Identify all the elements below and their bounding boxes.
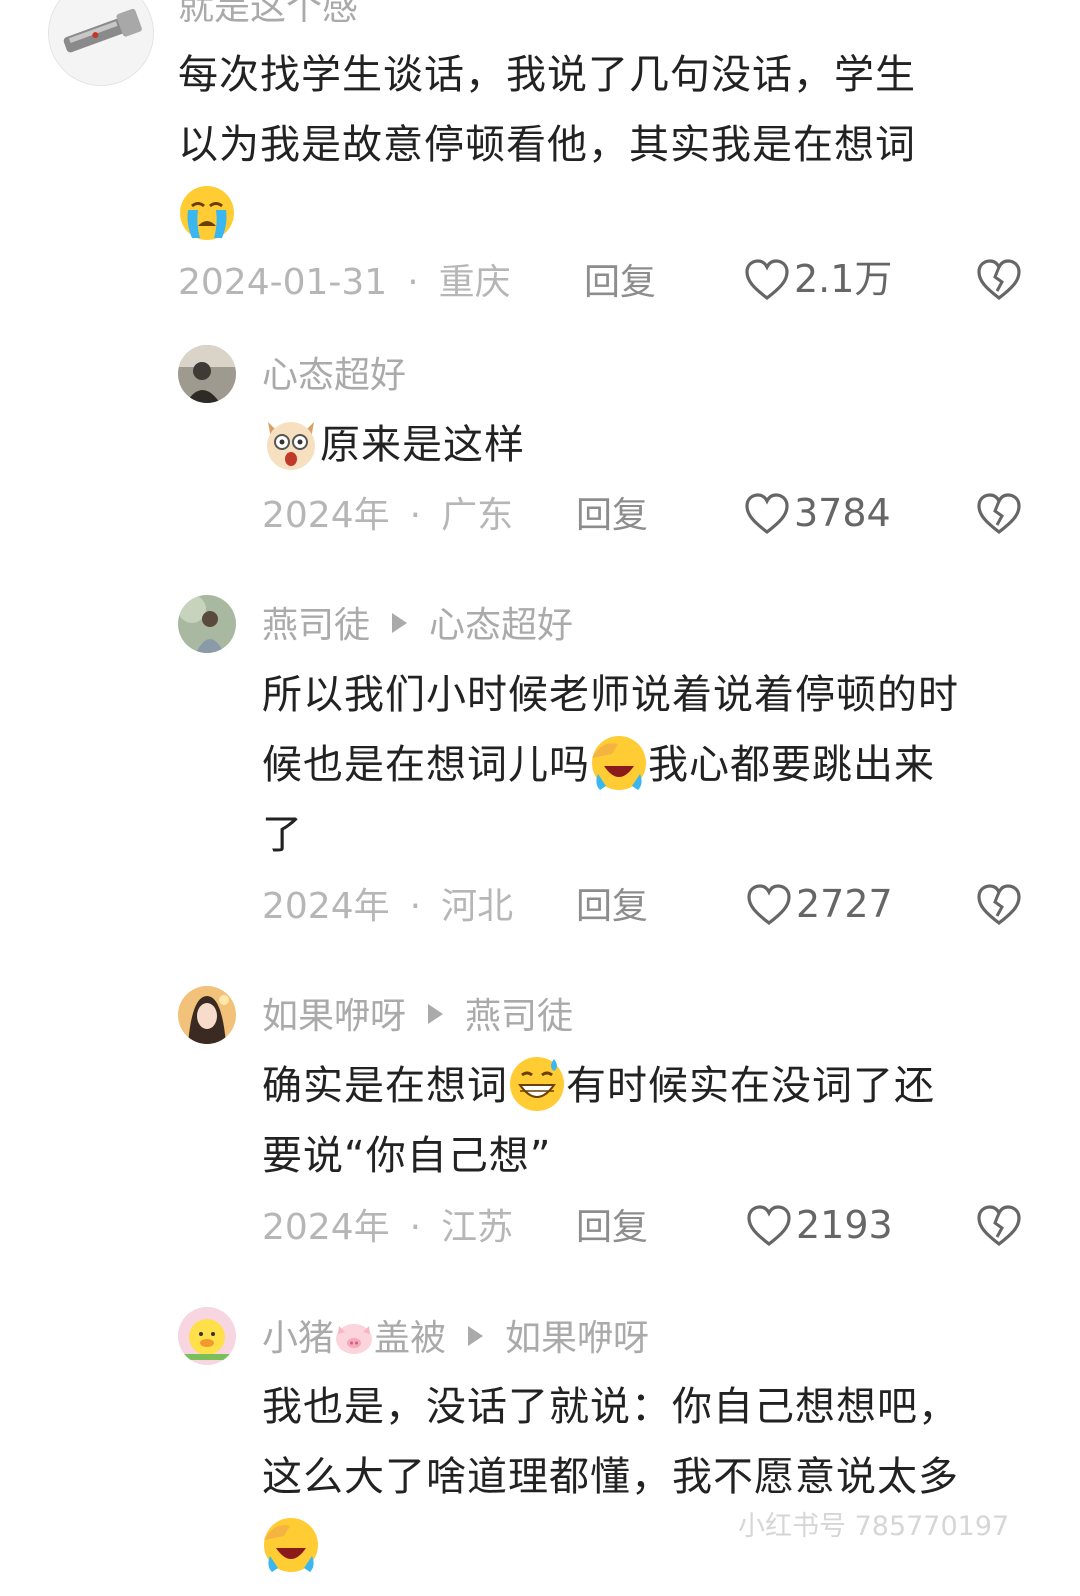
comment-date: 2024年 (262, 495, 390, 536)
comment-text: 每次找学生谈话，我说了几句没话，学生 以为我是故意停顿看他，其实我是在想词 (178, 40, 916, 250)
reply-button[interactable]: 回复 (576, 498, 648, 534)
comment-date: 2024年 (262, 1207, 390, 1248)
comment-text: 原来是这样 (262, 410, 525, 480)
like-count: 2.1万 (794, 257, 893, 301)
comment-text-line: 了 (262, 812, 303, 858)
comment-text: 所以我们小时候老师说着说着停顿的时 候也是在想词儿吗 我心都要跳出来 了 (262, 660, 959, 870)
like-button[interactable]: 2.1万 (744, 258, 892, 302)
comment-location: 重庆 (438, 262, 511, 303)
reply-arrow-icon (428, 1004, 444, 1024)
username-text: 如果咿呀 (262, 996, 407, 1037)
person-avatar-icon (178, 986, 236, 1044)
like-count: 3784 (794, 491, 891, 535)
heart-outline-icon (745, 259, 789, 301)
reply-target-username[interactable]: 心态超好 (429, 605, 573, 646)
avatar[interactable] (48, 0, 154, 86)
username-text: 小猪 (262, 1318, 335, 1359)
broken-heart-icon[interactable] (976, 1204, 1022, 1248)
separator-dot: · (407, 262, 419, 303)
comment-text-line: 以为我是故意停顿看他，其实我是在想词 (178, 122, 916, 168)
pig-face-emoji (336, 1324, 373, 1354)
comment-location: 河北 (441, 886, 514, 927)
duck-avatar-icon (178, 1307, 236, 1365)
like-count: 2193 (796, 1203, 893, 1247)
comment-meta: 2024年 · 广东 回复 (262, 498, 682, 534)
facepalm-laughing-emoji (264, 1518, 318, 1572)
avatar[interactable] (178, 345, 236, 403)
comment-text: 确实是在想词 有时候实在没词了还 要说“你自己想” (262, 1051, 935, 1191)
reply-target-username[interactable]: 燕司徒 (465, 996, 573, 1037)
username-text: 盖被 (374, 1318, 447, 1359)
reply-button[interactable]: 回复 (576, 889, 648, 925)
avatar[interactable] (178, 986, 236, 1044)
crying-face-emoji (180, 186, 234, 240)
comment-text-line: 每次找学生谈话，我说了几句没话，学生 (178, 52, 916, 98)
comment-text-line: 候也是在想词儿吗 (262, 742, 590, 788)
comment-location: 江苏 (441, 1207, 514, 1248)
separator-dot: · (409, 1207, 422, 1248)
username[interactable]: 如果咿呀 燕司徒 (262, 999, 573, 1035)
username[interactable]: 心态超好 (262, 358, 406, 394)
comment-date: 2024年 (262, 886, 390, 927)
reply-arrow-icon (468, 1326, 484, 1346)
surprised-dog-emoji (267, 422, 315, 470)
comment-meta: 2024年 · 江苏 回复 (262, 1210, 682, 1246)
comment-text-line: 我也是，没话了就说：你自己想想吧， (262, 1384, 959, 1430)
person-avatar-icon (178, 595, 236, 653)
reply-arrow-icon (392, 613, 408, 633)
like-button[interactable]: 2727 (746, 883, 893, 927)
comment-text-line: 这么大了啥道理都懂，我不愿意说太多 (262, 1454, 959, 1500)
flashlight-avatar-icon (49, 0, 153, 85)
comment-text-line: 有时候实在没词了还 (566, 1063, 935, 1109)
person-avatar-icon (178, 345, 236, 403)
username-text: 燕司徒 (262, 605, 371, 646)
grinning-sweat-emoji (510, 1057, 564, 1111)
heart-outline-icon (745, 493, 789, 535)
comment-text: 我也是，没话了就说：你自己想想吧， 这么大了啥道理都懂，我不愿意说太多 (262, 1372, 959, 1582)
avatar[interactable] (178, 595, 236, 653)
comment-location: 广东 (441, 495, 514, 536)
like-count: 2727 (796, 882, 893, 926)
comment-text-line: 我心都要跳出来 (648, 742, 935, 788)
broken-heart-icon[interactable] (976, 258, 1022, 302)
comment-text-line: 确实是在想词 (262, 1063, 508, 1109)
heart-outline-icon (747, 1205, 791, 1247)
comment-meta: 2024年 · 河北 回复 (262, 889, 682, 925)
broken-heart-icon[interactable] (976, 492, 1022, 536)
watermark: 小红书号 785770197 (738, 1511, 1010, 1542)
like-button[interactable]: 3784 (744, 492, 891, 536)
username[interactable]: 就是这个感 (178, 0, 358, 26)
reply-target-username[interactable]: 如果咿呀 (505, 1318, 649, 1359)
avatar[interactable] (178, 1307, 236, 1365)
reply-button[interactable]: 回复 (576, 1210, 648, 1246)
separator-dot: · (409, 495, 422, 536)
comment-text-line: 原来是这样 (320, 422, 525, 468)
heart-outline-icon (747, 884, 791, 926)
like-button[interactable]: 2193 (746, 1204, 893, 1248)
comment-date: 2024-01-31 (178, 262, 388, 303)
reply-button[interactable]: 回复 (584, 265, 656, 301)
username[interactable]: 燕司徒 心态超好 (262, 608, 573, 644)
username[interactable]: 小猪 盖被 如果咿呀 (262, 1320, 649, 1357)
broken-heart-icon[interactable] (976, 883, 1022, 927)
facepalm-laughing-emoji (592, 736, 646, 790)
comment-text-line: 要说“你自己想” (262, 1133, 552, 1179)
comment-meta: 2024-01-31 · 重庆 回复 (178, 265, 698, 301)
comment-text-line: 所以我们小时候老师说着说着停顿的时 (262, 672, 959, 718)
separator-dot: · (409, 886, 422, 927)
